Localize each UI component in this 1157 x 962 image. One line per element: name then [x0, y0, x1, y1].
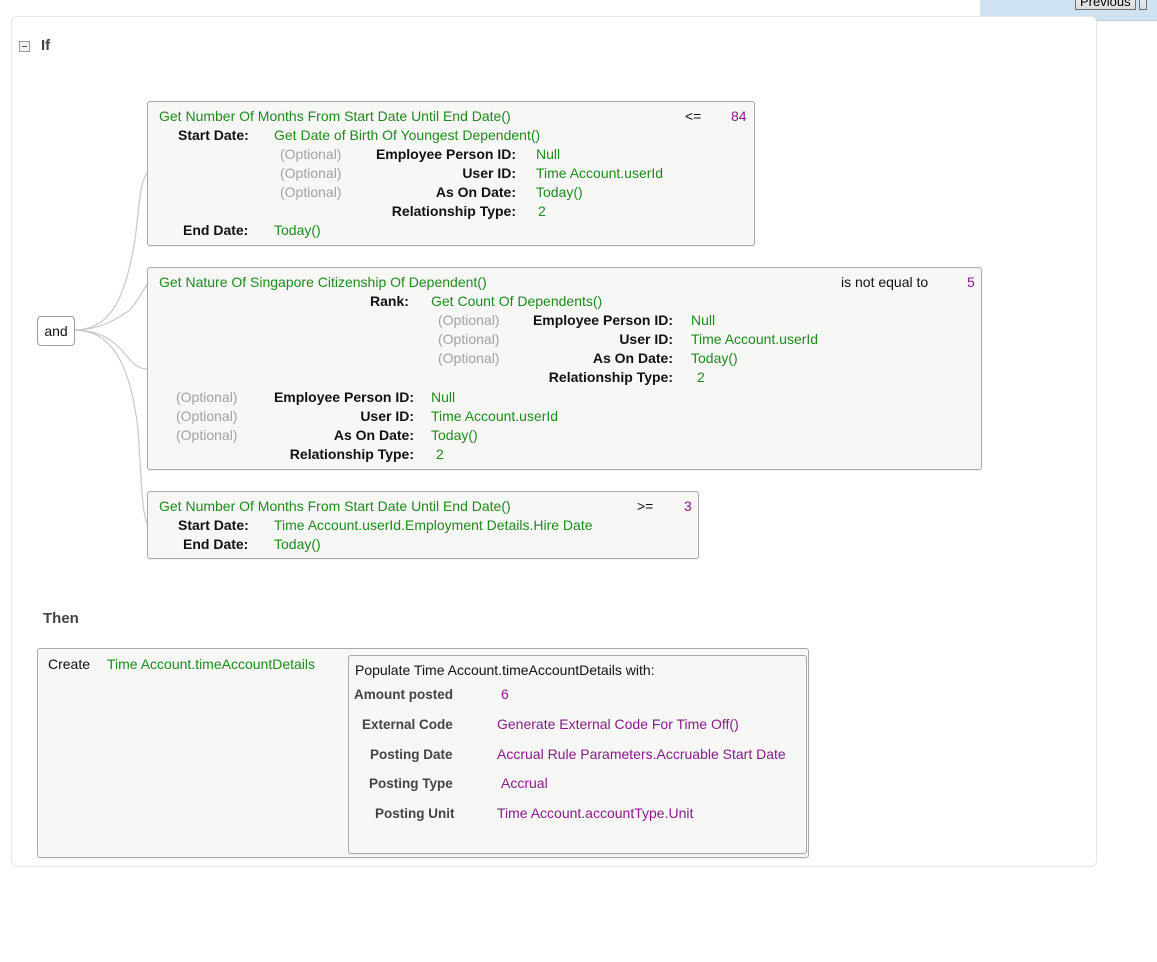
condition-function[interactable]: Get Number Of Months From Start Date Unt… — [159, 497, 511, 516]
rank-value[interactable]: Get Count Of Dependents() — [431, 292, 602, 311]
end-date-value[interactable]: Today() — [274, 221, 321, 240]
param-label: User ID: — [462, 165, 516, 181]
populate-title: Populate Time Account.timeAccountDetails… — [355, 662, 655, 678]
optional-tag: (Optional) — [280, 184, 342, 200]
optional-tag: (Optional) — [438, 312, 500, 328]
start-date-value[interactable]: Get Date of Birth Of Youngest Dependent(… — [274, 126, 540, 145]
condition-comparator[interactable]: is not equal to — [841, 273, 928, 292]
condition-function[interactable]: Get Nature Of Singapore Citizenship Of D… — [159, 273, 487, 292]
param-label: Relationship Type: — [548, 369, 673, 385]
param-value[interactable]: Time Account.userId — [691, 330, 818, 349]
param-value[interactable]: 2 — [697, 368, 705, 387]
optional-tag: (Optional) — [438, 350, 500, 366]
param-value[interactable]: 2 — [436, 445, 444, 464]
param-label: User ID: — [619, 331, 673, 347]
start-date-label: Start Date: — [178, 517, 249, 533]
field-value[interactable]: Accrual Rule Parameters.Accruable Start … — [497, 745, 786, 764]
param-label: Employee Person ID: — [375, 146, 516, 162]
then-action-box[interactable]: Create Time Account.timeAccountDetails P… — [37, 648, 809, 858]
field-label: Posting Unit — [375, 806, 455, 821]
param-label: As On Date: — [592, 350, 673, 366]
condition-box-1[interactable]: Get Number Of Months From Start Date Unt… — [147, 101, 755, 246]
end-date-value[interactable]: Today() — [274, 535, 321, 554]
param-value[interactable]: Time Account.userId — [431, 407, 558, 426]
condition-value[interactable]: 84 — [731, 107, 747, 126]
rank-label: Rank: — [370, 293, 409, 309]
field-value[interactable]: Accrual — [501, 774, 548, 793]
param-label: Employee Person ID: — [532, 312, 673, 328]
param-value[interactable]: Today() — [431, 426, 478, 445]
condition-value[interactable]: 5 — [967, 273, 975, 292]
optional-tag: (Optional) — [438, 331, 500, 347]
param-value[interactable]: Null — [536, 145, 560, 164]
optional-tag: (Optional) — [176, 427, 238, 443]
then-label: Then — [43, 610, 79, 627]
end-date-label: End Date: — [183, 536, 249, 552]
field-label: Amount posted — [354, 687, 453, 702]
param-label: Relationship Type: — [289, 446, 414, 462]
condition-comparator[interactable]: <= — [685, 107, 701, 126]
param-value[interactable]: 2 — [538, 202, 546, 221]
end-date-label: End Date: — [183, 222, 249, 238]
param-value[interactable]: Null — [691, 311, 715, 330]
condition-comparator[interactable]: >= — [637, 497, 653, 516]
optional-tag: (Optional) — [280, 165, 342, 181]
param-value[interactable]: Time Account.userId — [536, 164, 663, 183]
param-label: Relationship Type: — [391, 203, 516, 219]
param-label: User ID: — [360, 408, 414, 424]
field-label: External Code — [362, 717, 453, 732]
action-verb: Create — [48, 656, 91, 672]
field-value[interactable]: Generate External Code For Time Off() — [497, 715, 739, 734]
condition-box-3[interactable]: Get Number Of Months From Start Date Unt… — [147, 491, 699, 559]
condition-box-2[interactable]: Get Nature Of Singapore Citizenship Of D… — [147, 267, 982, 470]
action-target[interactable]: Time Account.timeAccountDetails — [107, 655, 315, 674]
param-label: As On Date: — [435, 184, 516, 200]
condition-function[interactable]: Get Number Of Months From Start Date Unt… — [159, 107, 511, 126]
optional-tag: (Optional) — [176, 389, 238, 405]
field-label: Posting Type — [369, 776, 453, 791]
param-label: As On Date: — [333, 427, 414, 443]
param-value[interactable]: Today() — [691, 349, 738, 368]
optional-tag: (Optional) — [176, 408, 238, 424]
start-date-label: Start Date: — [178, 127, 249, 143]
field-label: Posting Date — [370, 747, 453, 762]
populate-box[interactable]: Populate Time Account.timeAccountDetails… — [348, 655, 807, 854]
start-date-value[interactable]: Time Account.userId.Employment Details.H… — [274, 516, 593, 535]
and-operator[interactable]: and — [37, 316, 75, 346]
field-value[interactable]: Time Account.accountType.Unit — [497, 804, 693, 823]
param-value[interactable]: Today() — [536, 183, 583, 202]
optional-tag: (Optional) — [280, 146, 342, 162]
param-value[interactable]: Null — [431, 388, 455, 407]
param-label: Employee Person ID: — [273, 389, 414, 405]
field-value[interactable]: 6 — [501, 685, 509, 704]
condition-value[interactable]: 3 — [684, 497, 692, 516]
